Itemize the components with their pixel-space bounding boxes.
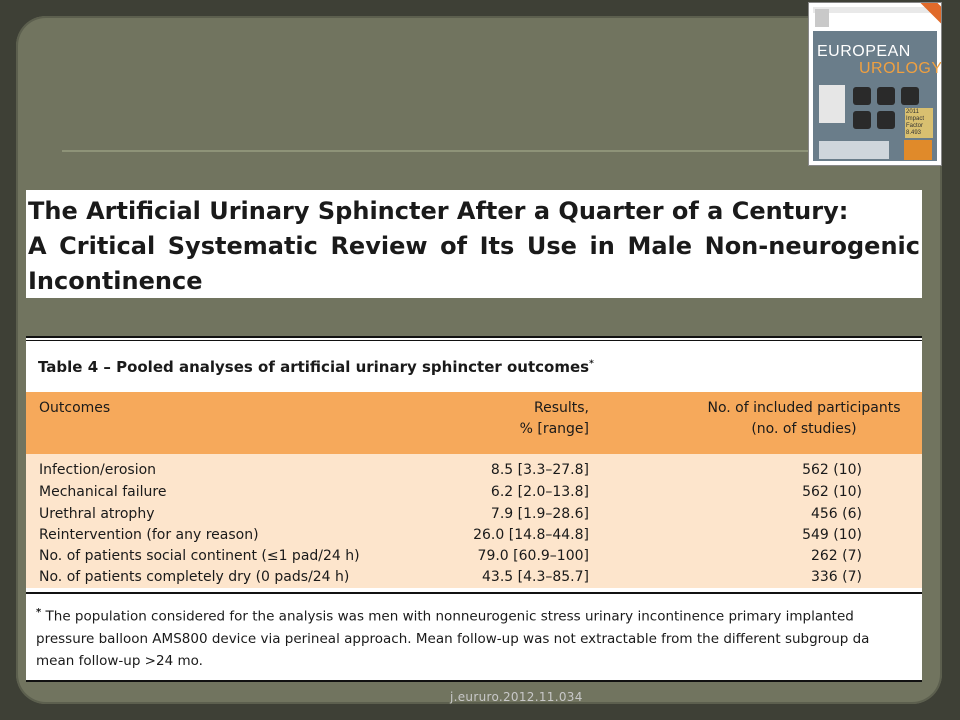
- footnote-divider: [26, 592, 922, 594]
- article-title-line2: A Critical Systematic Review of Its Use …: [28, 232, 920, 260]
- title-divider: [62, 150, 822, 152]
- header-results: Results, % [range]: [519, 400, 589, 437]
- table-row: Infection/erosion 8.5 [3.3–27.8] 562 (10…: [39, 462, 862, 478]
- journal-cover-image: EUROPEAN UROLOGY 2011 Impact Factor 8.49…: [808, 2, 942, 166]
- table-body: Infection/erosion 8.5 [3.3–27.8] 562 (10…: [26, 454, 922, 588]
- article-title-box: The Artificial Urinary Sphincter After a…: [26, 190, 922, 298]
- table-header: Outcomes Results, % [range] No. of inclu…: [26, 392, 922, 454]
- publisher-logo-icon: [815, 9, 829, 27]
- doi-reference: j.eururo.2012.11.034: [450, 690, 583, 704]
- header-participants: No. of included participants (no. of stu…: [707, 400, 901, 437]
- table-row: No. of patients completely dry (0 pads/2…: [39, 569, 862, 585]
- table-row: No. of patients social continent (≤1 pad…: [39, 548, 862, 564]
- article-title-line3: Incontinence: [28, 267, 203, 295]
- article-title-line1: The Artificial Urinary Sphincter After a…: [28, 197, 849, 225]
- table-footnote: * The population considered for the anal…: [36, 607, 870, 669]
- header-outcomes: Outcomes: [39, 400, 111, 416]
- impact-factor-badge: 2011 Impact Factor 8.493: [905, 108, 933, 138]
- table-row: Urethral atrophy 7.9 [1.9–28.6] 456 (6): [39, 506, 862, 522]
- journal-name-line1: EUROPEAN: [817, 43, 911, 60]
- journal-name-line2: UROLOGY: [859, 60, 942, 77]
- article-title: The Artificial Urinary Sphincter After a…: [28, 194, 920, 299]
- table-row: Mechanical failure 6.2 [2.0–13.8] 562 (1…: [39, 484, 862, 500]
- table-caption: Table 4 – Pooled analyses of artificial …: [38, 358, 594, 376]
- table-row: Reintervention (for any reason) 26.0 [14…: [39, 527, 862, 543]
- outcomes-table: Table 4 – Pooled analyses of artificial …: [26, 336, 922, 682]
